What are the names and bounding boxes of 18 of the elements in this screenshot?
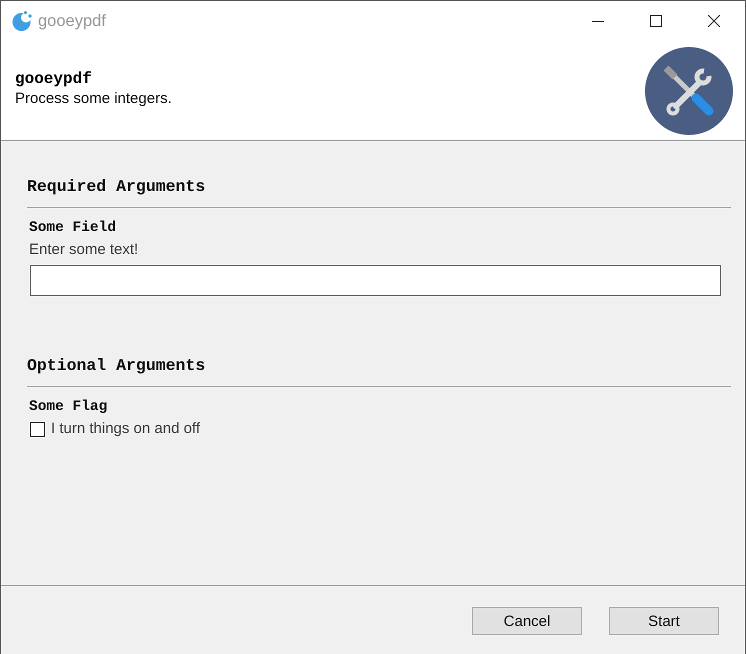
field-label: Some Field — [29, 219, 116, 237]
header-title: gooeypdf — [15, 68, 92, 88]
checkbox-label[interactable]: I turn things on and off — [51, 419, 200, 439]
maximize-icon — [650, 15, 662, 27]
checkbox[interactable] — [30, 422, 45, 436]
tools-icon — [645, 46, 733, 134]
app-logo-icon — [12, 11, 32, 31]
field-label: Some Flag — [29, 398, 108, 416]
section-title: Optional Arguments — [27, 356, 206, 376]
close-icon — [708, 15, 720, 27]
text-field[interactable] — [30, 265, 721, 296]
cancel-button[interactable]: Cancel — [472, 607, 582, 635]
minimize-icon — [592, 20, 604, 22]
header-subtitle: Process some integers. — [15, 88, 172, 108]
section-title: Required Arguments — [27, 177, 206, 197]
help-text: Enter some text! — [29, 240, 138, 260]
start-button[interactable]: Start — [609, 607, 719, 635]
window-title: gooeypdf — [38, 11, 107, 31]
